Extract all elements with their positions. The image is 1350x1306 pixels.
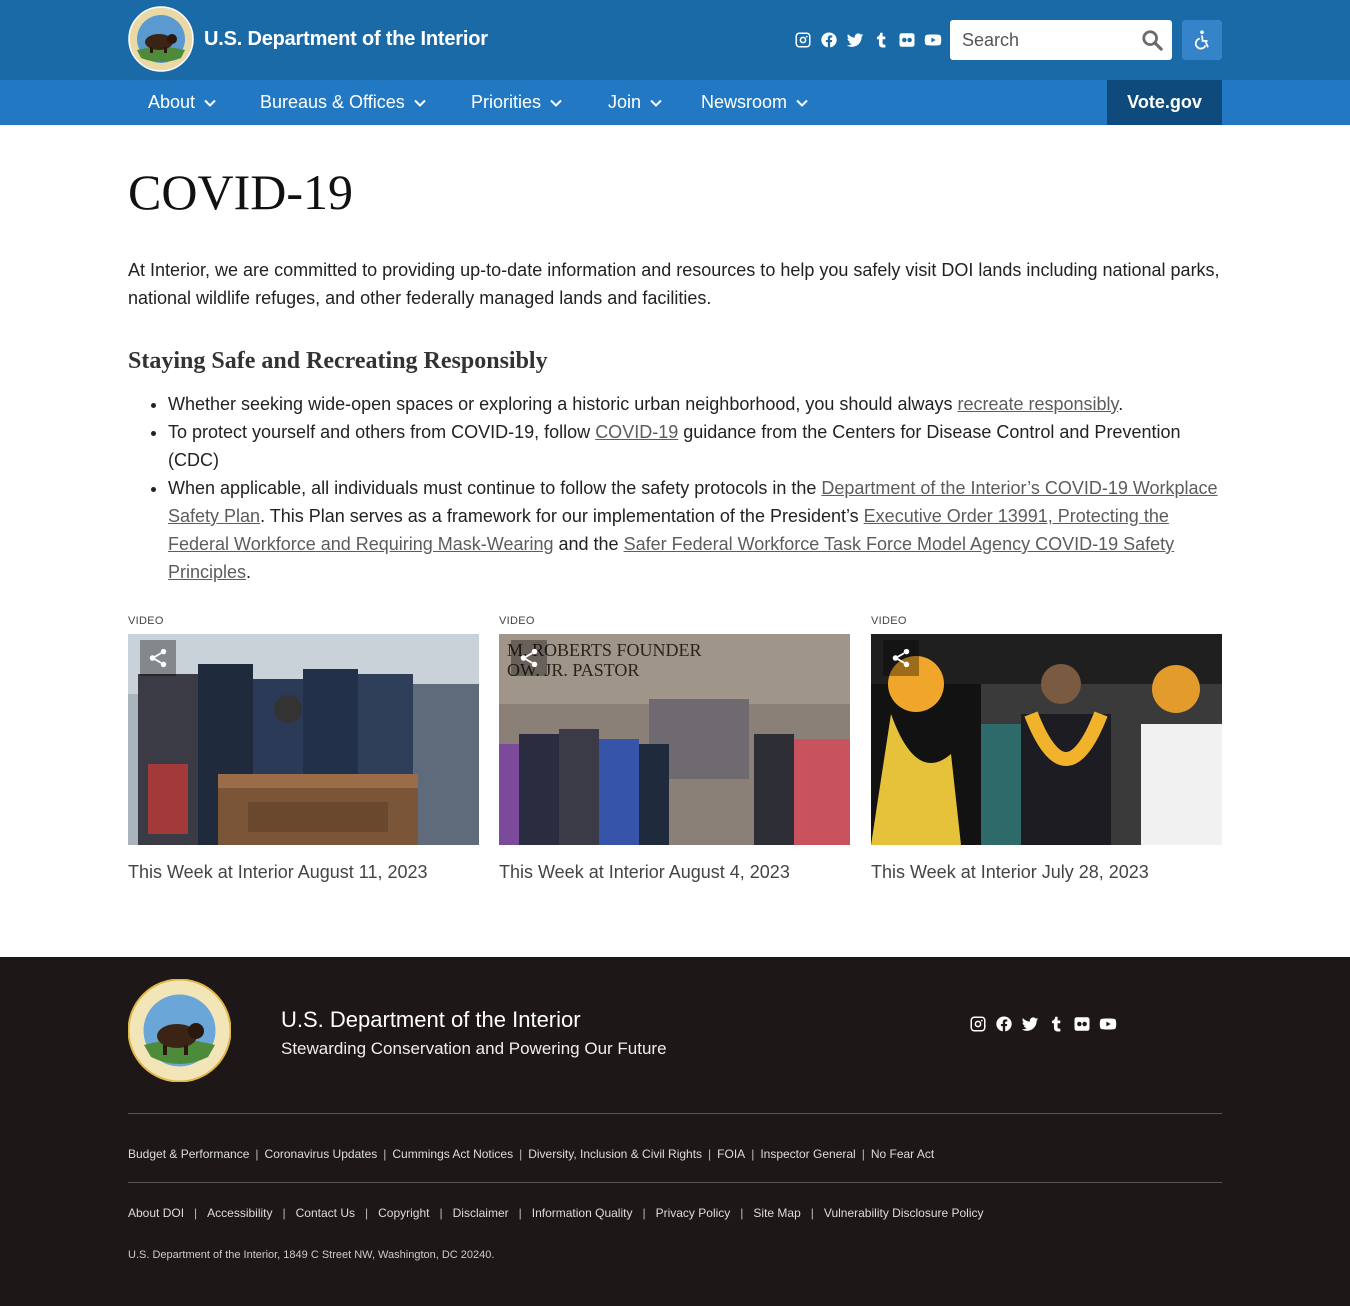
list-item: Whether seeking wide-open spaces or expl… — [168, 390, 1222, 418]
search-icon — [1142, 30, 1163, 51]
facebook-icon[interactable] — [994, 1014, 1014, 1034]
nav-label: Newsroom — [701, 92, 788, 112]
footer-link-privacy[interactable]: Privacy Policy — [656, 1206, 731, 1220]
flickr-icon[interactable] — [1072, 1014, 1092, 1034]
nav-label: Bureaus & Offices — [260, 92, 405, 112]
monument-dedication-photo: M. ROBERTS FOUNDER OW. JR. PASTOR — [499, 634, 850, 845]
youtube-icon[interactable] — [1098, 1014, 1118, 1034]
recreate-responsibly-link[interactable]: recreate responsibly — [957, 394, 1118, 414]
share-button[interactable] — [140, 640, 176, 676]
nav-label: About — [148, 92, 196, 112]
tumblr-icon[interactable] — [1046, 1014, 1066, 1034]
video-caption[interactable]: This Week at Interior July 28, 2023 — [871, 859, 1222, 885]
footer-link-foia[interactable]: FOIA — [717, 1147, 745, 1161]
footer-link-about-doi[interactable]: About DOI — [128, 1206, 184, 1220]
chevron-down-icon — [650, 99, 662, 107]
site-header: U.S. Department of the Interior — [0, 0, 1350, 80]
tumblr-icon[interactable] — [871, 30, 891, 50]
nav-item-bureaus-offices[interactable]: Bureaus & Offices — [260, 80, 427, 125]
flickr-icon[interactable] — [897, 30, 917, 50]
video-card[interactable]: VIDEO M. ROBERTS FOUNDER OW. JR. PASTOR … — [499, 614, 850, 885]
chevron-down-icon — [550, 99, 562, 107]
video-thumbnail[interactable] — [128, 634, 479, 845]
intro-paragraph: At Interior, we are committed to providi… — [128, 260, 1220, 308]
video-caption[interactable]: This Week at Interior August 4, 2023 — [499, 859, 850, 885]
nav-item-about[interactable]: About — [148, 80, 217, 125]
footer-link-budget[interactable]: Budget & Performance — [128, 1147, 249, 1161]
chevron-down-icon — [204, 99, 216, 107]
video-kicker: VIDEO — [871, 615, 907, 627]
share-icon — [149, 648, 167, 668]
footer-link-disclaimer[interactable]: Disclaimer — [453, 1206, 509, 1220]
footer-link-site-map[interactable]: Site Map — [753, 1206, 800, 1220]
share-button[interactable] — [511, 640, 547, 676]
share-button[interactable] — [883, 640, 919, 676]
vote-gov-button[interactable]: Vote.gov — [1107, 80, 1222, 125]
video-card[interactable]: VIDEO This Week at Interior August 11, 2… — [128, 614, 479, 885]
nav-label: Priorities — [471, 92, 542, 112]
header-social-links — [793, 30, 943, 50]
chevron-down-icon — [414, 99, 426, 107]
share-icon — [520, 648, 538, 668]
footer-links-primary: Budget & Performance | Coronavirus Update… — [128, 1147, 935, 1161]
accessibility-button[interactable] — [1182, 20, 1222, 60]
nav-item-join[interactable]: Join — [608, 80, 663, 125]
site-footer: U.S. Department of the Interior Stewardi… — [0, 957, 1350, 1306]
footer-link-information-quality[interactable]: Information Quality — [532, 1206, 633, 1220]
video-card[interactable]: VIDEO This Week at Interior July 28, 202… — [871, 614, 1222, 885]
video-caption[interactable]: This Week at Interior August 11, 2023 — [128, 859, 479, 885]
footer-address: U.S. Department of the Interior, 1849 C … — [128, 1249, 495, 1261]
site-title[interactable]: U.S. Department of the Interior — [204, 28, 488, 51]
footer-agency-name: U.S. Department of the Interior — [281, 1007, 581, 1032]
footer-social-links — [968, 1014, 1118, 1034]
footer-link-contact[interactable]: Contact Us — [296, 1206, 355, 1220]
footer-links-secondary: About DOI | Accessibility | Contact Us | Co… — [128, 1206, 984, 1220]
nav-label: Join — [608, 92, 642, 112]
section-heading: Staying Safe and Recreating Responsibly — [128, 348, 548, 374]
search-box — [950, 20, 1172, 60]
share-icon — [892, 648, 910, 668]
nav-item-priorities[interactable]: Priorities — [471, 80, 563, 125]
doi-seal-logo[interactable] — [128, 979, 231, 1082]
footer-tagline: Stewarding Conservation and Powering Our… — [281, 1039, 667, 1058]
instagram-icon[interactable] — [793, 30, 813, 50]
video-thumbnail[interactable] — [871, 634, 1222, 845]
footer-link-vulnerability[interactable]: Vulnerability Disclosure Policy — [824, 1206, 984, 1220]
list-item: When applicable, all individuals must co… — [168, 474, 1222, 586]
nav-item-newsroom[interactable]: Newsroom — [701, 80, 809, 125]
footer-link-inspector-general[interactable]: Inspector General — [760, 1147, 855, 1161]
footer-link-accessibility[interactable]: Accessibility — [207, 1206, 272, 1220]
video-kicker: VIDEO — [128, 615, 164, 627]
page-title: COVID-19 — [128, 164, 353, 220]
lei-ceremony-photo — [871, 634, 1222, 845]
bill-signing-photo — [128, 634, 479, 845]
footer-link-copyright[interactable]: Copyright — [378, 1206, 429, 1220]
instagram-icon[interactable] — [968, 1014, 988, 1034]
list-item: To protect yourself and others from COVI… — [168, 418, 1222, 474]
twitter-icon[interactable] — [845, 30, 865, 50]
guidance-list: Whether seeking wide-open spaces or expl… — [128, 390, 1222, 586]
facebook-icon[interactable] — [819, 30, 839, 50]
footer-divider — [128, 1182, 1222, 1183]
video-thumbnail[interactable]: M. ROBERTS FOUNDER OW. JR. PASTOR — [499, 634, 850, 845]
footer-link-diversity[interactable]: Diversity, Inclusion & Civil Rights — [528, 1147, 702, 1161]
twitter-icon[interactable] — [1020, 1014, 1040, 1034]
footer-link-coronavirus[interactable]: Coronavirus Updates — [265, 1147, 378, 1161]
search-input[interactable] — [950, 20, 1130, 60]
video-kicker: VIDEO — [499, 615, 535, 627]
footer-link-no-fear-act[interactable]: No Fear Act — [871, 1147, 934, 1161]
doi-seal-logo[interactable] — [128, 6, 194, 72]
wheelchair-icon — [1194, 30, 1209, 50]
covid-19-cdc-link[interactable]: COVID-19 — [595, 422, 678, 442]
youtube-icon[interactable] — [923, 30, 943, 50]
search-button[interactable] — [1140, 28, 1164, 52]
footer-link-cummings[interactable]: Cummings Act Notices — [392, 1147, 513, 1161]
chevron-down-icon — [796, 99, 808, 107]
footer-divider — [128, 1113, 1222, 1114]
